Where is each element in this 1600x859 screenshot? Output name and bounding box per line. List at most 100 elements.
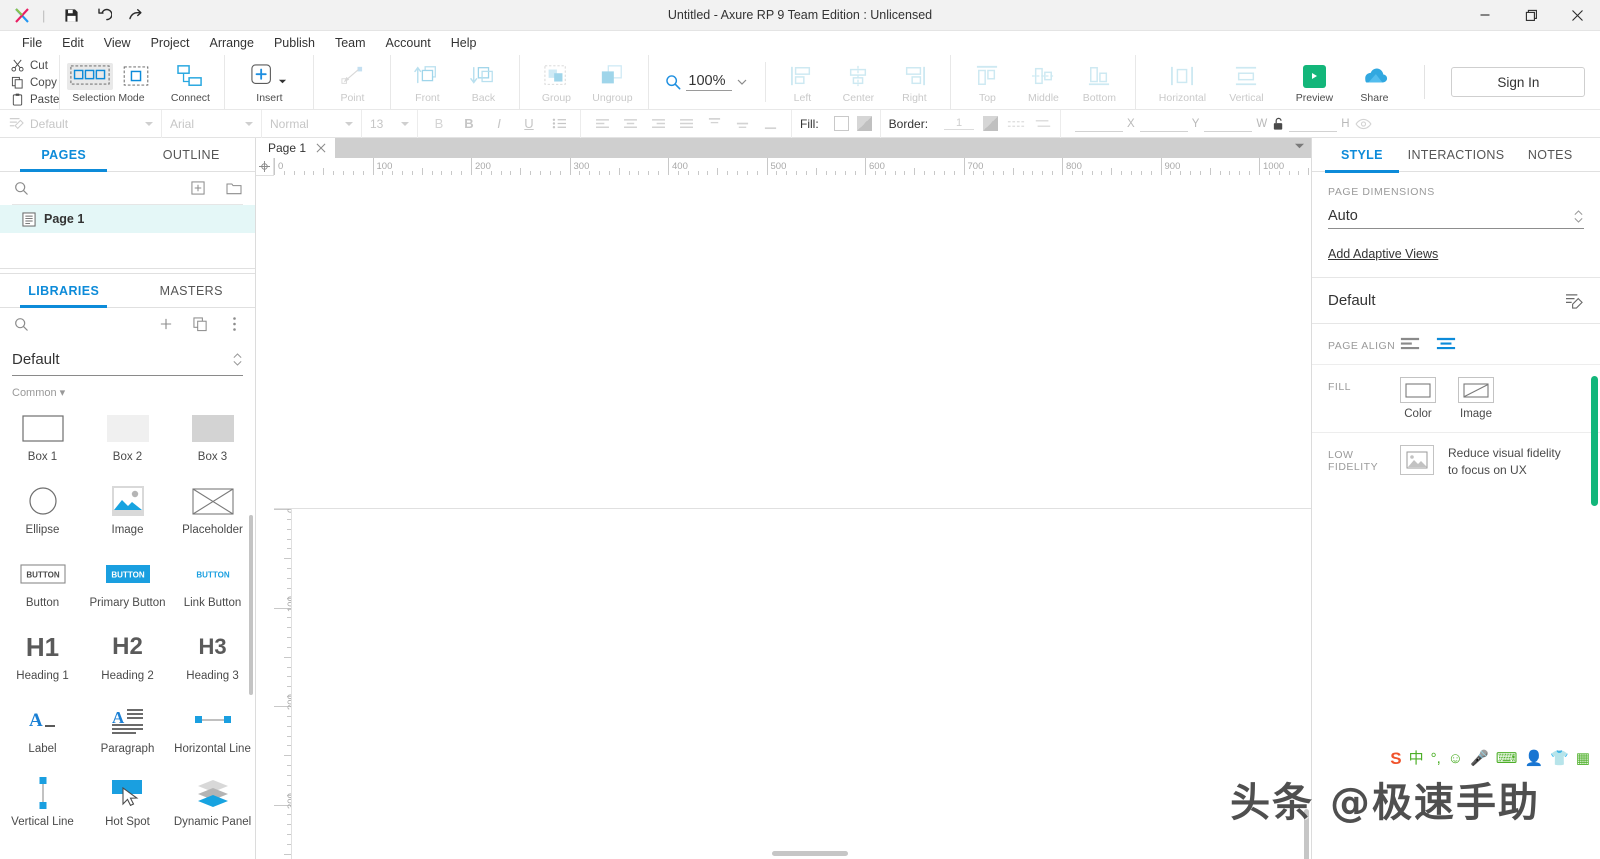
widget-primary-button[interactable]: BUTTON Primary Button	[85, 551, 170, 624]
fill-color-option[interactable]: Color	[1400, 377, 1436, 420]
minimize-button[interactable]	[1462, 0, 1508, 31]
text-align-justify-button[interactable]	[673, 113, 699, 135]
tab-style[interactable]: STYLE	[1316, 138, 1408, 173]
search-icon[interactable]	[12, 179, 30, 197]
menu-team[interactable]: Team	[325, 33, 376, 53]
connect-button[interactable]: Connect	[162, 60, 218, 104]
border-width-input[interactable]: 1	[944, 117, 975, 130]
preview-button[interactable]: Preview	[1286, 60, 1342, 104]
eye-icon[interactable]	[1355, 118, 1372, 130]
more-vertical-icon[interactable]	[225, 315, 243, 333]
bring-front-button[interactable]: Front	[399, 60, 455, 104]
tab-interactions[interactable]: INTERACTIONS	[1408, 138, 1505, 172]
point-button[interactable]: Point	[324, 60, 380, 104]
w-input[interactable]	[1204, 116, 1253, 132]
menu-file[interactable]: File	[12, 33, 52, 53]
save-button[interactable]	[56, 3, 86, 27]
widget-image[interactable]: Image	[85, 478, 170, 551]
arrow-style-icon[interactable]	[1034, 117, 1052, 130]
widget-vertical-line[interactable]: Vertical Line	[0, 770, 85, 843]
widget-group-label[interactable]: Common ▾	[0, 376, 255, 405]
fill-color-swatch[interactable]	[833, 116, 849, 131]
tab-libraries[interactable]: LIBRARIES	[0, 274, 128, 308]
menu-project[interactable]: Project	[141, 33, 200, 53]
font-family-dropdown[interactable]: Arial	[162, 109, 262, 138]
italic-button[interactable]: I	[486, 113, 512, 135]
add-folder-icon[interactable]	[225, 179, 243, 197]
ime-emoji-icon[interactable]: ☺	[1448, 751, 1463, 766]
add-page-icon[interactable]	[189, 179, 207, 197]
menu-arrange[interactable]: Arrange	[199, 33, 263, 53]
chevron-down-icon[interactable]	[1294, 142, 1305, 151]
right-panel-scrollbar[interactable]	[1591, 376, 1598, 506]
ime-keyboard-icon[interactable]: ⌨	[1496, 751, 1518, 766]
bullet-list-button[interactable]	[546, 113, 572, 135]
valign-bottom-button[interactable]	[757, 113, 783, 135]
paste-button[interactable]: Paste	[11, 92, 59, 108]
widget-heading-3[interactable]: H3 Heading 3	[170, 624, 255, 697]
redo-button[interactable]	[120, 3, 150, 27]
close-icon[interactable]	[316, 143, 326, 153]
align-bottom-button[interactable]: Bottom	[1071, 60, 1127, 104]
menu-help[interactable]: Help	[441, 33, 487, 53]
menu-view[interactable]: View	[94, 33, 141, 53]
send-back-button[interactable]: Back	[455, 60, 511, 104]
widget-box-2[interactable]: Box 2	[85, 405, 170, 478]
border-color-swatch[interactable]	[983, 116, 999, 131]
widget-link-button[interactable]: BUTTON Link Button	[170, 551, 255, 624]
zoom-value[interactable]: 100%	[686, 73, 733, 91]
sign-in-button[interactable]: Sign In	[1451, 67, 1586, 97]
design-canvas[interactable]	[292, 509, 1311, 859]
library-scrollbar[interactable]	[249, 515, 253, 695]
underline-button[interactable]: U	[516, 113, 542, 135]
maximize-button[interactable]	[1508, 0, 1554, 31]
canvas-horizontal-scrollbar[interactable]	[772, 851, 848, 856]
widget-label[interactable]: A Label	[0, 697, 85, 770]
font-size-dropdown[interactable]: 13	[362, 109, 418, 138]
insert-button[interactable]: Insert	[241, 60, 297, 104]
ime-user-icon[interactable]: 👤	[1524, 751, 1543, 766]
ime-mode-icon[interactable]: 中	[1409, 751, 1424, 766]
close-button[interactable]	[1554, 0, 1600, 31]
align-top-button[interactable]: Top	[959, 60, 1015, 104]
zoom-control[interactable]: 100%	[649, 62, 767, 102]
page-tab-page1[interactable]: Page 1	[256, 138, 336, 158]
x-input[interactable]	[1075, 116, 1124, 132]
menu-edit[interactable]: Edit	[52, 33, 94, 53]
widget-paragraph[interactable]: A Paragraph	[85, 697, 170, 770]
page-align-center-icon[interactable]	[1436, 336, 1456, 352]
widget-dynamic-panel[interactable]: Dynamic Panel	[170, 770, 255, 843]
sogou-logo[interactable]: S	[1390, 750, 1401, 767]
font-color-button[interactable]: B	[426, 113, 452, 135]
text-align-right-button[interactable]	[645, 113, 671, 135]
border-style-icon[interactable]	[1007, 118, 1025, 130]
align-center-button[interactable]: Center	[830, 60, 886, 104]
edit-style-icon[interactable]	[1565, 292, 1584, 309]
widget-hot-spot[interactable]: Hot Spot	[85, 770, 170, 843]
menu-account[interactable]: Account	[376, 33, 441, 53]
search-icon[interactable]	[12, 315, 30, 333]
cut-button[interactable]: Cut	[11, 58, 59, 74]
align-left-button[interactable]: Left	[774, 60, 830, 104]
tab-notes[interactable]: NOTES	[1504, 138, 1596, 172]
page-item-page1[interactable]: Page 1	[0, 205, 255, 233]
library-selector[interactable]: Default	[12, 344, 243, 376]
low-fidelity-icon[interactable]	[1400, 445, 1434, 475]
undo-button[interactable]	[88, 3, 118, 27]
ime-apps-icon[interactable]: ▦	[1576, 751, 1590, 766]
widget-heading-1[interactable]: H1 Heading 1	[0, 624, 85, 697]
lock-open-icon[interactable]	[1272, 117, 1285, 131]
widget-heading-2[interactable]: H2 Heading 2	[85, 624, 170, 697]
fill-gradient-swatch[interactable]	[856, 116, 872, 131]
menu-publish[interactable]: Publish	[264, 33, 325, 53]
valign-middle-button[interactable]	[729, 113, 755, 135]
h-input[interactable]	[1289, 116, 1338, 132]
ime-voice-icon[interactable]: 🎤	[1470, 751, 1489, 766]
distribute-horizontal-button[interactable]: Horizontal	[1146, 60, 1218, 104]
ime-skin-icon[interactable]: 👕	[1550, 751, 1569, 766]
duplicate-icon[interactable]	[191, 315, 209, 333]
text-align-center-button[interactable]	[617, 113, 643, 135]
y-input[interactable]	[1139, 116, 1188, 132]
valign-top-button[interactable]	[701, 113, 727, 135]
ruler-origin[interactable]	[256, 158, 274, 176]
